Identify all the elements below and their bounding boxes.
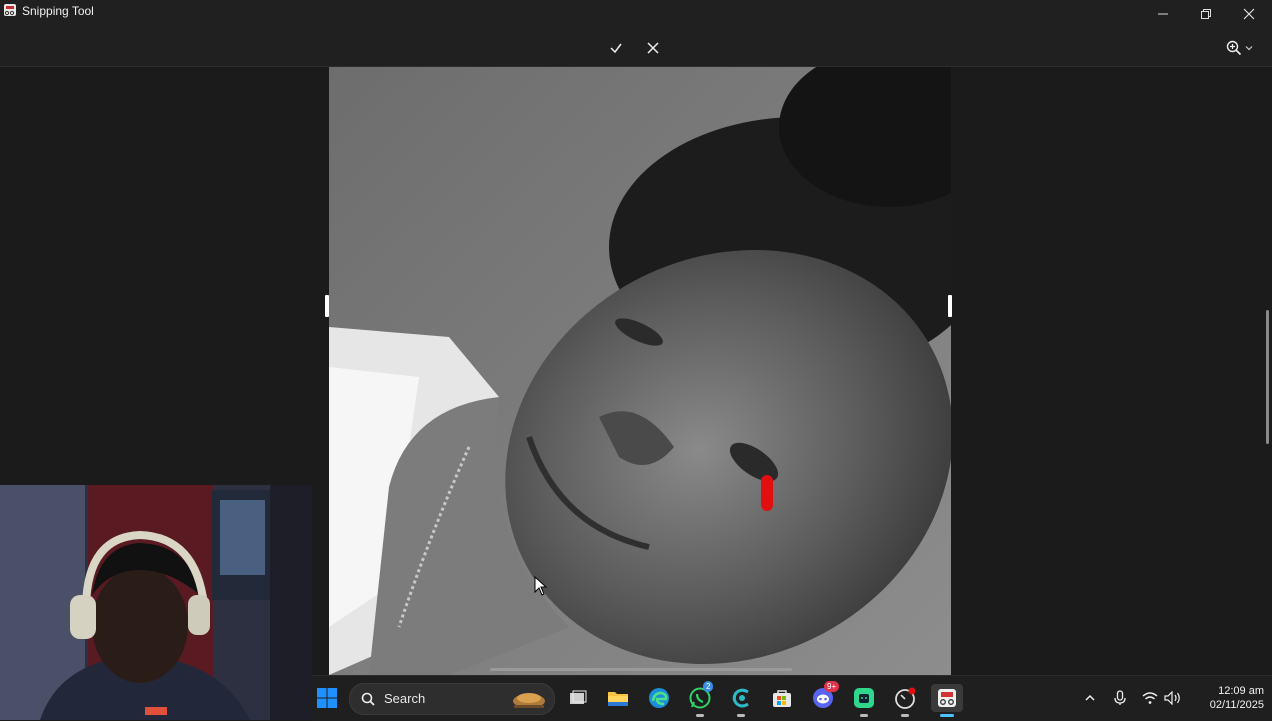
volume-button[interactable] — [1162, 684, 1184, 712]
zoom-button[interactable] — [1222, 34, 1258, 62]
horizontal-scrollbar[interactable] — [490, 668, 792, 671]
clock-date: 02/11/2025 — [1209, 699, 1264, 711]
running-indicator — [696, 714, 704, 717]
webcam-overlay — [0, 485, 312, 720]
snipping-tool-taskbar-button[interactable] — [931, 684, 963, 717]
discord-button[interactable]: 9+ — [808, 681, 840, 712]
search-highlight-image-icon — [513, 693, 545, 708]
snip-toolbar — [0, 30, 1272, 67]
wifi-button[interactable] — [1139, 684, 1161, 712]
active-indicator — [940, 714, 954, 717]
running-indicator — [860, 714, 868, 717]
zoom-in-icon — [1226, 40, 1242, 56]
minimize-icon — [1158, 13, 1168, 15]
task-view-button[interactable] — [563, 684, 593, 712]
taskbar: Search 2 9+ 12:09 am 02/11/2025 — [312, 675, 1272, 721]
folder-icon — [608, 692, 628, 706]
chevron-down-icon — [1245, 46, 1253, 51]
window-title: Snipping Tool — [22, 4, 94, 18]
checkmark-icon — [610, 43, 622, 54]
android-app-icon — [854, 688, 874, 708]
copilot-icon — [732, 688, 749, 708]
vertical-scrollbar[interactable] — [1266, 310, 1269, 444]
close-window-button[interactable] — [1227, 0, 1271, 28]
copilot-button[interactable] — [726, 684, 756, 717]
restore-icon — [1201, 9, 1211, 19]
crop-handle-left[interactable] — [325, 295, 329, 317]
whatsapp-button[interactable]: 2 — [685, 681, 715, 717]
search-icon — [361, 692, 375, 706]
mouse-cursor-icon — [534, 576, 548, 596]
discard-button[interactable] — [639, 34, 667, 62]
minimize-button[interactable] — [1141, 0, 1185, 28]
start-button[interactable] — [312, 684, 342, 712]
search-label: Search — [384, 691, 426, 706]
captured-photo[interactable] — [329, 67, 951, 675]
system-clock[interactable]: 12:09 am 02/11/2025 — [1188, 684, 1264, 712]
recorder-icon — [895, 687, 916, 709]
title-bar: Snipping Tool — [0, 0, 1272, 30]
microsoft-store-button[interactable] — [767, 684, 797, 712]
volume-icon — [1164, 691, 1180, 705]
windows-logo-icon — [317, 688, 337, 708]
task-view-icon — [570, 690, 587, 704]
close-icon — [647, 42, 659, 54]
microphone-button[interactable] — [1109, 684, 1131, 712]
recorder-button[interactable] — [890, 684, 920, 717]
edge-icon — [649, 688, 669, 708]
crop-handle-right[interactable] — [948, 295, 952, 317]
chevron-up-icon — [1085, 694, 1095, 701]
running-indicator — [737, 714, 745, 717]
running-indicator — [901, 714, 909, 717]
edge-browser-button[interactable] — [644, 684, 674, 712]
android-app-button[interactable] — [849, 684, 879, 717]
snipping-tool-icon — [938, 689, 956, 707]
restore-button[interactable] — [1184, 0, 1228, 28]
show-hidden-icons-button[interactable] — [1079, 684, 1101, 712]
clock-time: 12:09 am — [1218, 685, 1264, 697]
store-icon — [773, 690, 791, 707]
taskbar-search-box[interactable]: Search — [349, 683, 555, 715]
close-window-icon — [1243, 8, 1255, 20]
file-explorer-button[interactable] — [603, 684, 633, 712]
confirm-button[interactable] — [602, 34, 630, 62]
wifi-icon — [1142, 692, 1158, 704]
whatsapp-badge: 2 — [703, 681, 714, 692]
microphone-icon — [1114, 690, 1126, 705]
snipping-tool-app-icon — [4, 4, 16, 16]
discord-badge: 9+ — [824, 681, 840, 692]
